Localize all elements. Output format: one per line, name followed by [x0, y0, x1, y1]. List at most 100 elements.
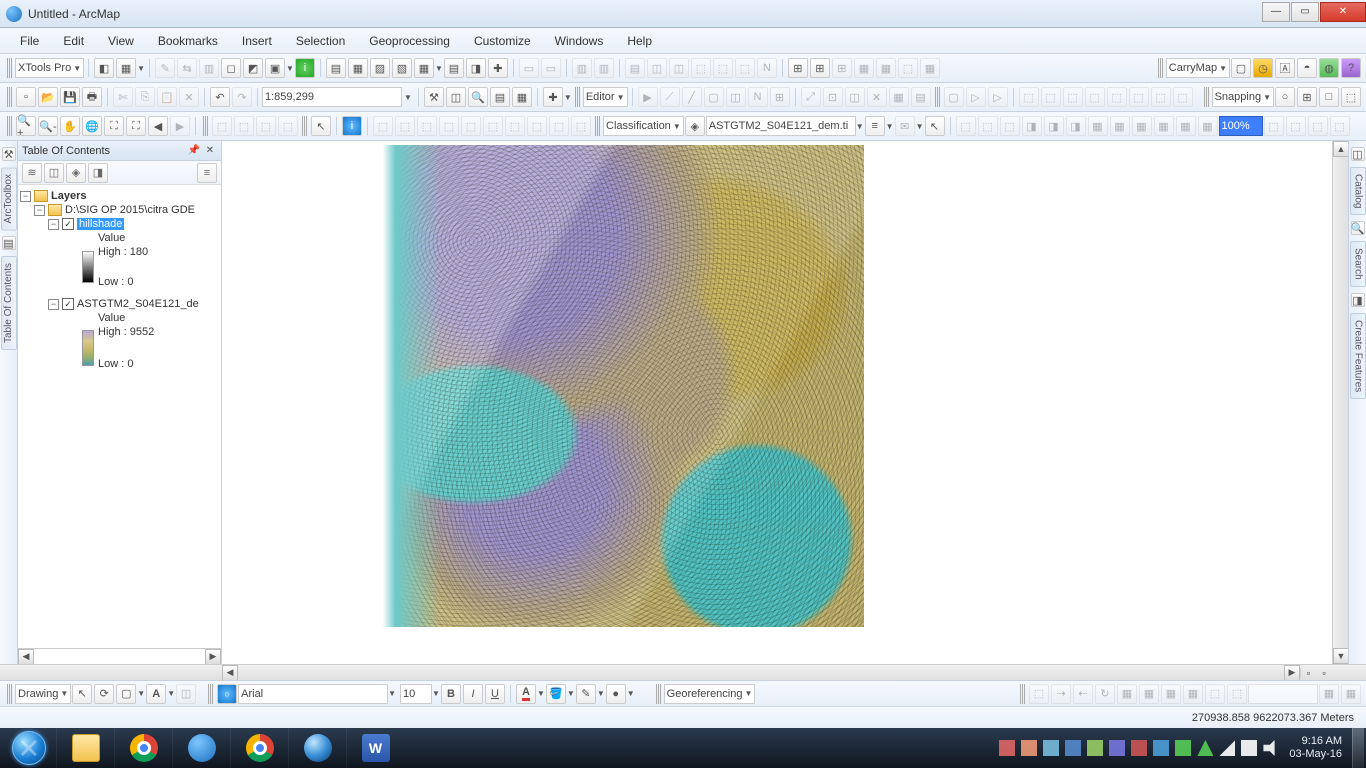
repr-btn-11[interactable]: ⬚	[1173, 87, 1193, 107]
georeferencing-dropdown[interactable]: Georeferencing▼	[664, 684, 756, 704]
snap-vertex[interactable]: □	[1319, 87, 1339, 107]
expand-layers[interactable]: −	[20, 191, 31, 202]
repr-btn-4[interactable]: ⬚	[1019, 87, 1039, 107]
open-button[interactable]: 📂	[38, 87, 58, 107]
xtools-btn-21[interactable]: ▤	[625, 58, 645, 78]
menu-windows[interactable]: Windows	[543, 30, 616, 52]
gr-btn-11[interactable]: ▦	[1319, 684, 1339, 704]
right-tab-catalog[interactable]: Catalog	[1350, 167, 1366, 215]
edit-btn-9[interactable]: ◫	[845, 87, 865, 107]
font-size-input[interactable]: 10	[400, 684, 432, 704]
menu-customize[interactable]: Customize	[462, 30, 543, 52]
gr-btn-10[interactable]: ⬚	[1227, 684, 1247, 704]
system-clock[interactable]: 9:16 AM 03-May-16	[1285, 735, 1346, 761]
layer-dem[interactable]: ASTGTM2_S04E121_de	[77, 298, 199, 310]
python-button[interactable]: ▤	[490, 87, 510, 107]
repr-btn-3[interactable]: ▷	[988, 87, 1008, 107]
toolbar-grip[interactable]	[7, 58, 12, 78]
tray-icon[interactable]	[1153, 740, 1169, 756]
edit-vertices[interactable]: ◫	[176, 684, 196, 704]
edit-btn-3[interactable]: ▢	[704, 87, 724, 107]
editor-dropdown[interactable]: Editor▼	[583, 87, 628, 107]
class-btn-18[interactable]: ⬚	[1286, 116, 1306, 136]
new-button[interactable]: ▫	[16, 87, 36, 107]
toolbar-grip[interactable]	[575, 87, 580, 107]
taskbar-arcmap[interactable]	[172, 728, 230, 768]
menu-edit[interactable]: Edit	[51, 30, 96, 52]
class-btn-13[interactable]: ▦	[1132, 116, 1152, 136]
edit-btn-8[interactable]: ⊡	[823, 87, 843, 107]
map-view[interactable]	[222, 141, 1332, 664]
cut-button[interactable]: ✄	[113, 87, 133, 107]
xtools-btn-6[interactable]: ◻	[221, 58, 241, 78]
class-btn-14[interactable]: ▦	[1154, 116, 1174, 136]
tray-icon[interactable]	[1109, 740, 1125, 756]
gr-btn-1[interactable]: ⬚	[1029, 684, 1049, 704]
arctoolbox-icon[interactable]: ⚒	[2, 147, 16, 161]
toc-scroll-track[interactable]	[34, 649, 205, 665]
toc-list-by-selection[interactable]: ◨	[88, 163, 108, 183]
catalog-icon[interactable]: ◫	[1351, 147, 1365, 161]
right-tab-search[interactable]: Search	[1350, 241, 1366, 287]
snap-end[interactable]: ⊞	[1297, 87, 1317, 107]
marker-color-button[interactable]: ●	[606, 684, 626, 704]
italic-button[interactable]: I	[463, 684, 483, 704]
layers-node[interactable]: Layers	[51, 190, 86, 202]
xtools-btn-27[interactable]: N	[757, 58, 777, 78]
edit-btn-4[interactable]: ◫	[726, 87, 746, 107]
expand-datasource[interactable]: −	[34, 205, 45, 216]
toolbar-grip[interactable]	[1020, 684, 1025, 704]
edit-btn-2[interactable]: ╱	[682, 87, 702, 107]
xtools-btn-22[interactable]: ◫	[647, 58, 667, 78]
toc-icon[interactable]: ▤	[2, 236, 16, 250]
map-canvas[interactable]	[376, 145, 864, 627]
paste-button[interactable]: 📋	[157, 87, 177, 107]
menu-geoprocessing[interactable]: Geoprocessing	[357, 30, 462, 52]
xtools-btn-30[interactable]: ⊞	[832, 58, 852, 78]
toc-list-by-visibility[interactable]: ◈	[66, 163, 86, 183]
layer-hillshade[interactable]: hillshade	[77, 218, 124, 230]
repr-btn-10[interactable]: ⬚	[1151, 87, 1171, 107]
tray-icon[interactable]	[1131, 740, 1147, 756]
right-tab-create-features[interactable]: Create Features	[1350, 313, 1366, 399]
repr-btn-9[interactable]: ⬚	[1129, 87, 1149, 107]
toc-close-button[interactable]: ✕	[203, 144, 217, 158]
toolbar-grip[interactable]	[302, 116, 307, 136]
shape-tool[interactable]: ▢	[116, 684, 136, 704]
redo-button[interactable]: ↷	[232, 87, 252, 107]
create-features-icon[interactable]: ◨	[1351, 293, 1365, 307]
xtools-btn-14[interactable]: ▤	[444, 58, 464, 78]
minimize-button[interactable]: —	[1262, 2, 1290, 22]
toolbar-grip[interactable]	[7, 87, 12, 107]
toolbar-grip[interactable]	[7, 684, 12, 704]
undo-button[interactable]: ↶	[210, 87, 230, 107]
repr-btn-1[interactable]: ▢	[944, 87, 964, 107]
xtools-btn-16[interactable]: ✚	[488, 58, 508, 78]
hscroll-right[interactable]: ▶	[1284, 665, 1300, 681]
tray-icon[interactable]	[1197, 740, 1213, 756]
xtools-btn-20[interactable]: ▥	[594, 58, 614, 78]
xtools-btn-2[interactable]: ▦	[116, 58, 136, 78]
carrymap-btn-5[interactable]: ◍	[1319, 58, 1339, 78]
gr-btn-5[interactable]: ▦	[1117, 684, 1137, 704]
snap-edge[interactable]: ⬚	[1341, 87, 1361, 107]
xtools-btn-10[interactable]: ▦	[348, 58, 368, 78]
xtools-btn-3[interactable]: ✎	[155, 58, 175, 78]
xtools-btn-24[interactable]: ⬚	[691, 58, 711, 78]
t3-5[interactable]: ⬚	[373, 116, 393, 136]
font-color-button[interactable]: A	[516, 684, 536, 704]
tray-icon[interactable]	[1021, 740, 1037, 756]
t3-1[interactable]: ⬚	[212, 116, 232, 136]
carrymap-btn-6[interactable]: ?	[1341, 58, 1361, 78]
classification-layer[interactable]: ASTGTM2_S04E121_dem.ti	[706, 116, 856, 136]
toolbar-grip[interactable]	[208, 684, 213, 704]
repr-btn-8[interactable]: ⬚	[1107, 87, 1127, 107]
forward-button[interactable]: ▶	[170, 116, 190, 136]
hscroll-left[interactable]: ◀	[222, 665, 238, 681]
edit-btn-6[interactable]: ⊞	[770, 87, 790, 107]
vscroll-track[interactable]	[1333, 157, 1348, 648]
print-button[interactable]: 🖶	[82, 87, 102, 107]
identify-button[interactable]: i	[342, 116, 362, 136]
t3-13[interactable]: ⬚	[549, 116, 569, 136]
toolbar-grip[interactable]	[595, 116, 600, 136]
